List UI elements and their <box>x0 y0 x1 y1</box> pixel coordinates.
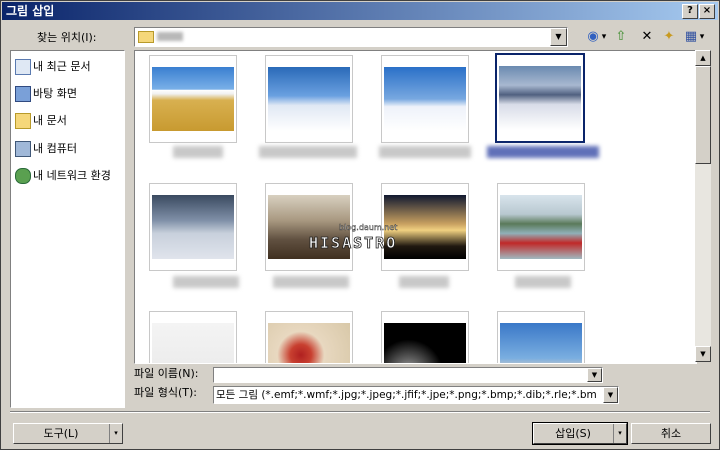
file-name-dropdown-button[interactable]: ▼ <box>587 368 602 382</box>
file-type-combo[interactable]: 모든 그림 (*.emf;*.wmf;*.jpg;*.jpeg;*.jfif;*… <box>213 386 619 404</box>
network-places-icon <box>15 168 31 184</box>
thumbnail-3[interactable] <box>381 55 469 143</box>
place-my-documents[interactable]: 내 문서 <box>15 111 123 131</box>
back-dropdown-icon[interactable]: ▾ <box>599 27 609 47</box>
file-name-input[interactable]: ▼ <box>213 367 603 383</box>
new-folder-icon[interactable]: ✦ <box>659 27 679 47</box>
places-bar: 내 최근 문서 바탕 화면 내 문서 내 컴퓨터 내 네트워크 환경 <box>10 50 125 408</box>
dialog-title: 그림 삽입 <box>6 4 55 18</box>
white-page-image <box>152 323 234 363</box>
castle-image <box>500 323 582 363</box>
red-leaves-image <box>268 323 350 363</box>
lake-boat-image <box>500 195 582 259</box>
thumbnail-caption-selected <box>487 146 599 158</box>
title-bar[interactable]: 그림 삽입 ? × <box>2 2 718 20</box>
thumbnail-10[interactable] <box>265 311 353 363</box>
snow-forest-image <box>499 66 581 130</box>
watermark-url: blog.daum.net <box>339 223 397 232</box>
close-button[interactable]: × <box>699 4 715 19</box>
place-label: 내 네트워크 환경 <box>33 169 111 182</box>
place-label: 바탕 화면 <box>33 87 77 100</box>
look-in-dropdown-button[interactable]: ▼ <box>550 28 567 46</box>
thumbnail-caption <box>259 146 357 158</box>
help-button[interactable]: ? <box>682 4 698 19</box>
thumbnail-9[interactable] <box>149 311 237 363</box>
up-folder-icon[interactable]: ⇧ <box>611 27 631 47</box>
cancel-button[interactable]: 취소 <box>631 423 711 444</box>
file-list[interactable]: blog.daum.net HISASTRO <box>134 50 697 364</box>
scroll-down-button[interactable]: ▼ <box>695 346 711 362</box>
views-dropdown-icon[interactable]: ▾ <box>697 27 707 47</box>
place-label: 내 컴퓨터 <box>33 142 77 155</box>
my-documents-icon <box>15 113 31 129</box>
recent-documents-icon <box>15 59 31 75</box>
file-name-label: 파일 이름(N): <box>134 367 199 380</box>
divider <box>10 411 710 413</box>
desktop-icon <box>15 86 31 102</box>
scroll-thumb[interactable] <box>695 66 711 164</box>
meadow-image <box>152 67 234 131</box>
place-recent-documents[interactable]: 내 최근 문서 <box>15 57 123 77</box>
tools-dropdown-icon[interactable]: ▾ <box>109 424 122 443</box>
tools-button[interactable]: 도구(L) ▾ <box>13 423 123 444</box>
insert-dropdown-icon[interactable]: ▾ <box>613 424 626 443</box>
place-network[interactable]: 내 네트워크 환경 <box>15 166 123 186</box>
redacted-folder-name <box>157 32 183 41</box>
my-computer-icon <box>15 141 31 157</box>
look-in-label: 찾는 위치(I): <box>37 31 97 44</box>
thumbnail-caption <box>173 276 239 288</box>
thumbnail-5[interactable] <box>149 183 237 271</box>
thumbnail-4-selected[interactable] <box>495 53 585 143</box>
look-in-combo[interactable]: ▼ <box>134 27 568 47</box>
watermark-name: HISASTRO <box>309 234 397 252</box>
file-list-scrollbar[interactable]: ▲ ▼ <box>695 50 711 362</box>
scroll-up-button[interactable]: ▲ <box>695 50 711 66</box>
place-desktop[interactable]: 바탕 화면 <box>15 84 123 104</box>
insert-button-label: 삽입(S) <box>555 427 591 440</box>
moon-image <box>384 323 466 363</box>
file-type-value: 모든 그림 (*.emf;*.wmf;*.jpg;*.jpeg;*.jfif;*… <box>216 389 597 401</box>
insert-picture-dialog: 그림 삽입 ? × 찾는 위치(I): ▼ ◉ ▾ ⇧ ✕ ✦ ▦ ▾ 내 최근… <box>0 0 720 450</box>
file-type-dropdown-button[interactable]: ▼ <box>603 387 618 403</box>
thumbnail-2[interactable] <box>265 55 353 143</box>
mountain-fog-image <box>152 195 234 259</box>
delete-icon[interactable]: ✕ <box>637 27 657 47</box>
thumbnail-caption <box>273 276 349 288</box>
thumbnail-caption <box>173 146 223 158</box>
thumbnail-caption <box>399 276 449 288</box>
place-label: 내 최근 문서 <box>33 60 91 73</box>
thumbnail-1[interactable] <box>149 55 237 143</box>
place-my-computer[interactable]: 내 컴퓨터 <box>15 139 123 159</box>
thumbnail-caption <box>515 276 571 288</box>
tools-button-label: 도구(L) <box>43 427 79 440</box>
thumbnail-8[interactable] <box>497 183 585 271</box>
snow-church-image <box>268 67 350 131</box>
place-label: 내 문서 <box>33 114 67 127</box>
thumbnail-caption <box>379 146 471 158</box>
snow-tree-image <box>384 67 466 131</box>
file-type-label: 파일 형식(T): <box>134 386 197 399</box>
thumbnail-11[interactable] <box>381 311 469 363</box>
thumbnail-12[interactable] <box>497 311 585 363</box>
folder-icon <box>138 31 154 43</box>
insert-button[interactable]: 삽입(S) ▾ <box>532 422 628 445</box>
watermark: blog.daum.net HISASTRO <box>309 223 398 253</box>
